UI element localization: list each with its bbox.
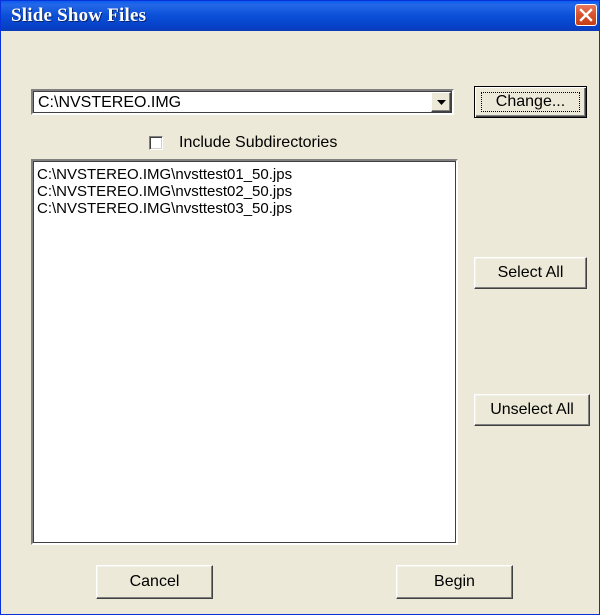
change-button-label: Change... (495, 93, 566, 110)
title-bar[interactable]: Slide Show Files (1, 1, 599, 31)
cancel-button[interactable]: Cancel (96, 565, 213, 599)
directory-combobox[interactable]: C:\NVSTEREO.IMG (31, 89, 454, 115)
close-icon (579, 8, 593, 22)
chevron-down-icon (437, 100, 446, 105)
directory-value: C:\NVSTEREO.IMG (38, 94, 182, 111)
change-button[interactable]: Change... (474, 86, 587, 118)
include-subdirectories-checkbox[interactable] (149, 136, 163, 150)
begin-label: Begin (434, 573, 475, 590)
cancel-label: Cancel (129, 573, 180, 590)
close-button[interactable] (575, 4, 597, 26)
slide-show-files-dialog: Slide Show Files C:\NVSTEREO.IMG Change.… (0, 0, 600, 615)
include-subdirectories-label: Include Subdirectories (179, 134, 338, 151)
unselect-all-label: Unselect All (490, 401, 574, 418)
list-item[interactable]: C:\NVSTEREO.IMG\nvsttest01_50.jps (33, 166, 456, 183)
select-all-label: Select All (497, 264, 564, 281)
window-title: Slide Show Files (11, 5, 147, 26)
dialog-body: C:\NVSTEREO.IMG Change... Include Subdir… (1, 31, 599, 614)
select-all-button[interactable]: Select All (474, 257, 587, 289)
unselect-all-button[interactable]: Unselect All (474, 394, 590, 426)
list-item[interactable]: C:\NVSTEREO.IMG\nvsttest03_50.jps (33, 200, 456, 217)
file-listbox[interactable]: C:\NVSTEREO.IMG\nvsttest01_50.jps C:\NVS… (31, 159, 458, 545)
begin-button[interactable]: Begin (396, 565, 513, 599)
file-list: C:\NVSTEREO.IMG\nvsttest01_50.jps C:\NVS… (33, 161, 456, 217)
list-item[interactable]: C:\NVSTEREO.IMG\nvsttest02_50.jps (33, 183, 456, 200)
directory-dropdown-button[interactable] (431, 92, 451, 112)
